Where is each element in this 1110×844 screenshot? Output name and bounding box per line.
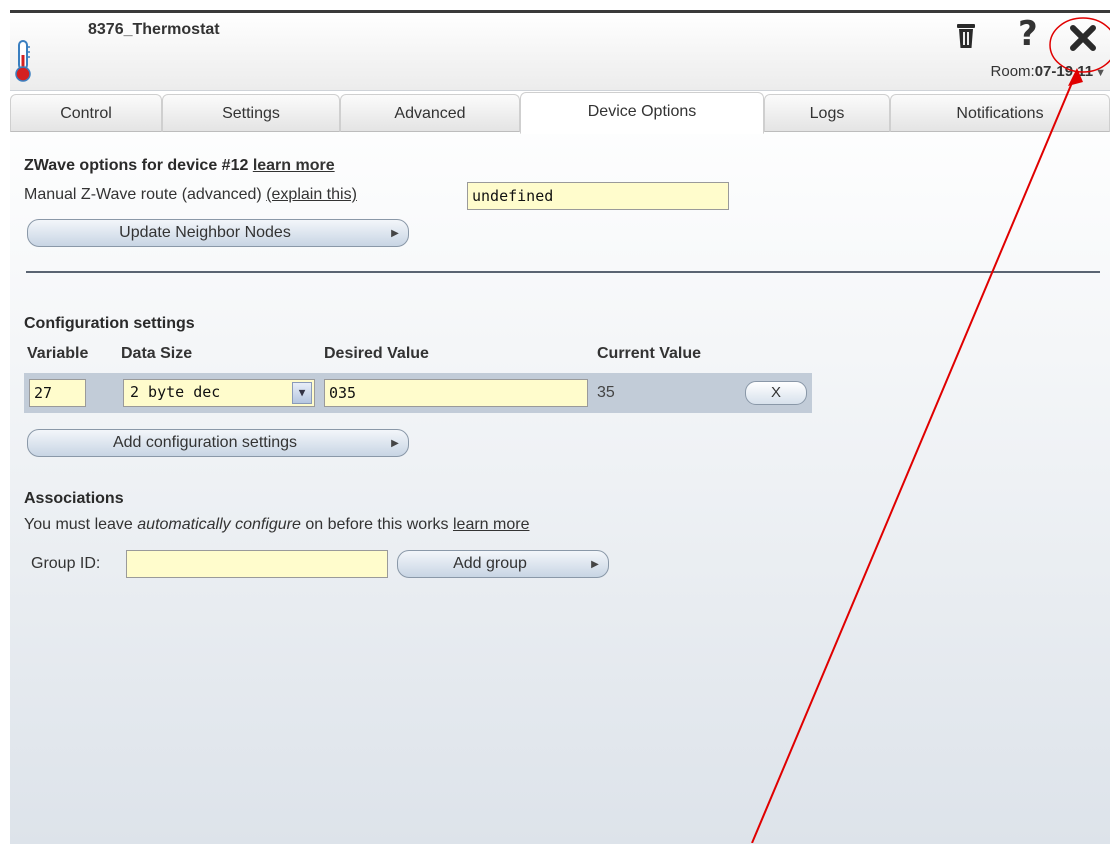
desired-value-input[interactable]: 035 [324,379,588,407]
col-current-value: Current Value [597,345,702,362]
associations-note: You must leave automatically configure o… [24,516,530,533]
explain-link[interactable]: (explain this) [266,186,357,203]
current-value: 35 [597,384,615,401]
room-value: 07-19 11 [1034,63,1094,80]
zwave-section-title: ZWave options for device #12 learn more [24,157,335,174]
tab-bar: Control Settings Advanced Device Options… [10,90,1110,134]
chevron-down-icon: ▼ [292,382,312,404]
col-desired-value: Desired Value [324,345,429,362]
tab-control[interactable]: Control [10,94,162,132]
col-variable: Variable [27,345,89,362]
group-id-label: Group ID: [31,555,101,572]
remove-config-button[interactable]: X [745,381,807,405]
zwave-learn-more-link[interactable]: learn more [253,157,335,174]
trash-icon[interactable] [956,23,976,49]
route-input[interactable]: undefined [467,182,729,210]
add-configuration-settings-button[interactable]: Add configuration settings ▶ [27,429,409,457]
arrow-right-icon: ▶ [591,558,599,570]
tab-device-options[interactable]: Device Options [520,92,764,134]
chevron-down-icon: ▼ [1095,67,1106,79]
room-selector[interactable]: Room:07-19 11 ▼ [991,63,1106,80]
associations-section-title: Associations [24,490,124,507]
update-neighbor-nodes-button[interactable]: Update Neighbor Nodes ▶ [27,219,409,247]
add-group-button[interactable]: Add group ▶ [397,550,609,578]
col-data-size: Data Size [121,345,193,362]
tab-logs[interactable]: Logs [764,94,890,132]
variable-input[interactable]: 27 [29,379,86,407]
tab-advanced[interactable]: Advanced [340,94,520,132]
tab-settings[interactable]: Settings [162,94,340,132]
data-size-select[interactable]: 2 byte dec ▼ [123,379,315,407]
config-section-title: Configuration settings [24,315,195,332]
help-icon[interactable]: ? [1018,15,1038,53]
associations-learn-more-link[interactable]: learn more [453,516,529,533]
arrow-right-icon: ▶ [391,437,399,449]
route-label-line: Manual Z-Wave route (advanced) (explain … [24,186,357,204]
section-divider [26,271,1100,273]
tab-notifications[interactable]: Notifications [890,94,1110,132]
thermometer-icon [15,40,31,82]
route-label: Manual Z-Wave route (advanced) [24,186,262,203]
arrow-right-icon: ▶ [391,227,399,239]
close-icon[interactable] [1068,23,1098,53]
group-id-input[interactable] [126,550,388,578]
device-header: 8376_Thermostat ? Room:07-19 11 ▼ [10,13,1110,90]
room-label: Room: [990,63,1035,80]
device-title: 8376_Thermostat [88,21,220,38]
